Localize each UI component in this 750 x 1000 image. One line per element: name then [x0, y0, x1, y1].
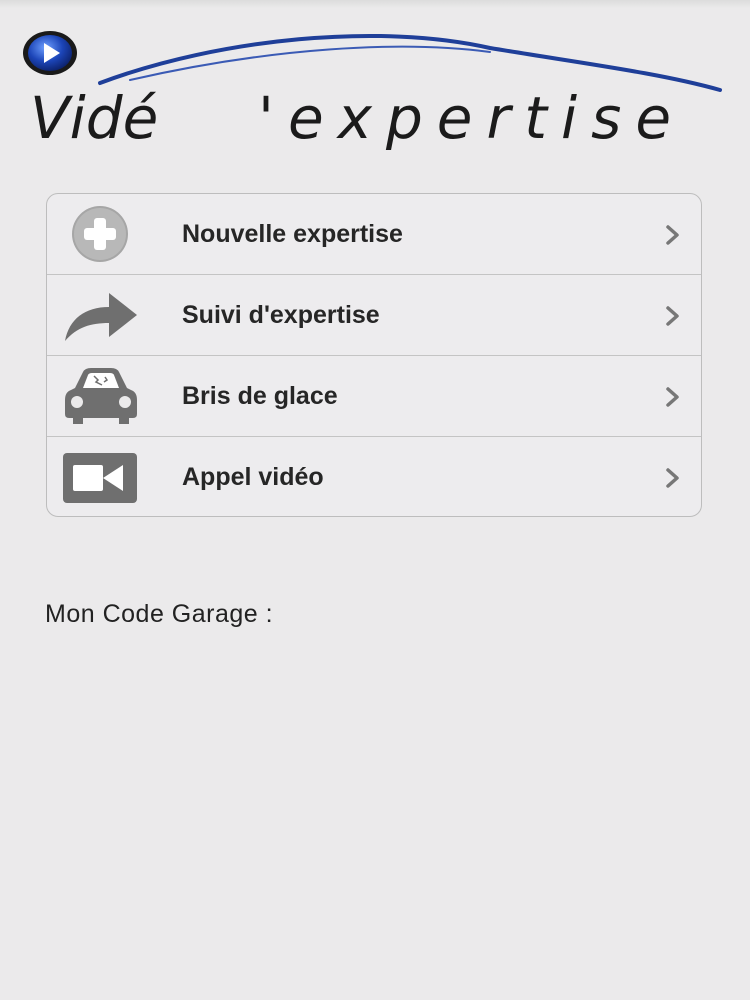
play-icon: [23, 31, 77, 75]
status-shadow: [0, 0, 750, 8]
menu-item-bris-de-glace[interactable]: Bris de glace: [47, 356, 701, 437]
menu-item-appel-video[interactable]: Appel vidéo: [47, 437, 701, 516]
plus-circle-icon: [72, 206, 128, 262]
menu-item-label: Bris de glace: [182, 382, 338, 410]
logo-text-right: 'expertise: [258, 84, 686, 152]
menu-item-suivi-expertise[interactable]: Suivi d'expertise: [47, 275, 701, 356]
chevron-right-icon: [666, 468, 679, 488]
car-broken-windshield-icon: [65, 368, 137, 424]
share-arrow-icon: [65, 293, 137, 341]
video-camera-icon: [63, 453, 137, 503]
video-expertise-logo: Vidé 'expertise: [20, 28, 730, 158]
main-menu: Nouvelle expertise Suivi d'expertise Bri…: [46, 193, 702, 517]
logo-text-left: Vidé: [30, 84, 159, 152]
chevron-right-icon: [666, 225, 679, 245]
chevron-right-icon: [666, 387, 679, 407]
menu-item-nouvelle-expertise[interactable]: Nouvelle expertise: [47, 194, 701, 275]
chevron-right-icon: [666, 306, 679, 326]
menu-item-label: Nouvelle expertise: [182, 220, 403, 248]
menu-item-label: Appel vidéo: [182, 463, 324, 491]
menu-item-label: Suivi d'expertise: [182, 301, 380, 329]
garage-code-label: Mon Code Garage :: [45, 600, 274, 628]
